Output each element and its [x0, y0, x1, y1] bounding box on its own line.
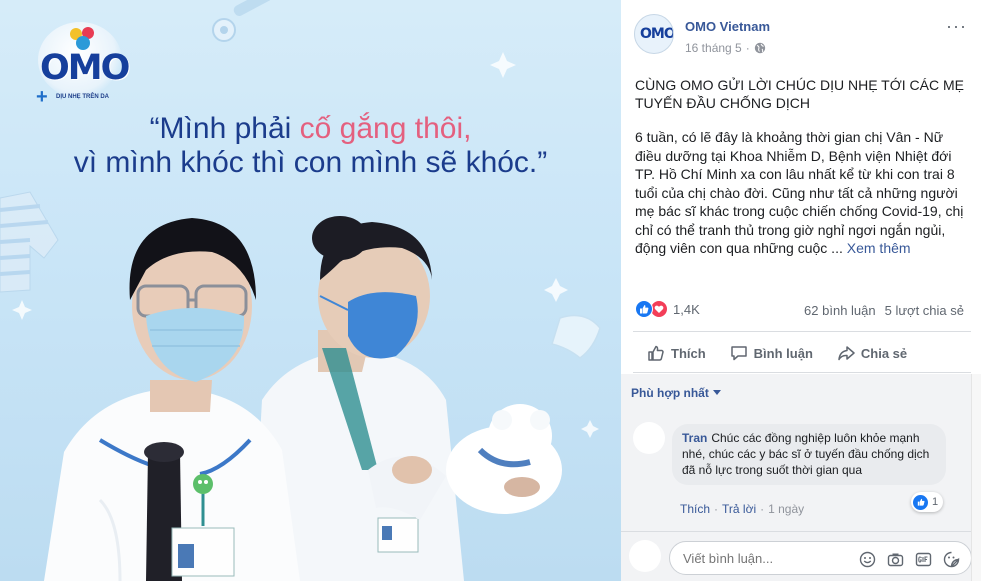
emoji-icon[interactable] [857, 549, 877, 569]
comment-time[interactable]: 1 ngày [768, 502, 804, 516]
comment-bubble: Tran Chúc các đồng nghiệp luôn khỏe mạnh … [672, 424, 946, 485]
more-options-button[interactable]: ··· [946, 17, 967, 35]
reaction-count: 1,4K [673, 301, 700, 317]
omo-logo: OMO + DỊU NHẸ TRÊN DA [34, 18, 130, 108]
post-panel: OMO OMO Vietnam 16 tháng 5 · ··· CÙNG OM… [621, 0, 981, 581]
post-title: CÙNG OMO GỬI LỜI CHÚC DỊU NHẸ TỚI CÁC MẸ… [635, 77, 964, 111]
plus-icon: + [36, 86, 48, 108]
post-photo[interactable]: OMO + DỊU NHẸ TRÊN DA “Mình phải cố gắng… [0, 0, 621, 581]
like-button[interactable]: Thích [647, 340, 706, 366]
divider [633, 331, 971, 332]
comment-like-link[interactable]: Thích [680, 502, 710, 516]
comment-actions: Thích · Trả lời · 1 ngày [680, 502, 805, 516]
thumbs-up-icon [648, 345, 664, 361]
omo-logo-text: OMO [40, 48, 130, 88]
comment-count-link[interactable]: 62 bình luận [804, 303, 876, 318]
comment-text: Chúc các đồng nghiệp luôn khỏe mạnh nhé,… [682, 431, 930, 477]
commenter-avatar[interactable] [633, 422, 665, 454]
share-icon [838, 346, 855, 361]
post-text: 6 tuần, có lẽ đây là khoảng thời gian ch… [635, 129, 964, 256]
post-actions: Thích Bình luận Chia sẻ [621, 340, 981, 366]
comment-icon [730, 346, 747, 361]
share-count-link[interactable]: 5 lượt chia sẻ [885, 303, 964, 318]
comment-reaction-count: 1 [932, 496, 939, 508]
like-reaction-icon [913, 494, 928, 510]
page-avatar[interactable]: OMO [634, 14, 674, 54]
globe-icon [754, 42, 765, 54]
comment-composer [621, 531, 972, 581]
share-button[interactable]: Chia sẻ [837, 340, 907, 366]
divider [633, 372, 971, 373]
caret-down-icon [712, 390, 721, 395]
gif-icon[interactable] [913, 549, 933, 569]
sticker-icon[interactable] [941, 549, 961, 569]
see-more-link[interactable]: Xem thêm [847, 240, 911, 256]
page-name-link[interactable]: OMO Vietnam [685, 19, 770, 34]
reaction-summary[interactable]: 1,4K [635, 300, 700, 318]
comment-reply-link[interactable]: Trả lời [722, 502, 756, 516]
camera-icon[interactable] [885, 549, 905, 569]
composer-icons [857, 549, 961, 569]
comment-reaction-badge[interactable]: 1 [911, 492, 944, 512]
post-meta: 16 tháng 5 · [685, 41, 766, 55]
engagement-counts: 62 bình luận 5 lượt chia sẻ [804, 303, 964, 318]
comments-scrollbar[interactable] [971, 374, 981, 581]
comment-button[interactable]: Bình luận [730, 340, 813, 366]
user-avatar [629, 540, 661, 572]
omo-tagline: DỊU NHẸ TRÊN DA [56, 94, 110, 100]
comment-filter-dropdown[interactable]: Phù hợp nhất [631, 386, 721, 400]
post-date[interactable]: 16 tháng 5 [685, 41, 742, 55]
quote-highlight: cố gắng thôi, [299, 112, 472, 145]
meta-separator: · [745, 41, 750, 55]
quote-line-1: “Mình phải cố gắng thôi, [149, 112, 472, 145]
like-reaction-icon [635, 300, 653, 318]
comment-author-link[interactable]: Tran [682, 431, 707, 445]
quote-line-2: vì mình khóc thì con mình sẽ khóc.” [73, 146, 548, 179]
